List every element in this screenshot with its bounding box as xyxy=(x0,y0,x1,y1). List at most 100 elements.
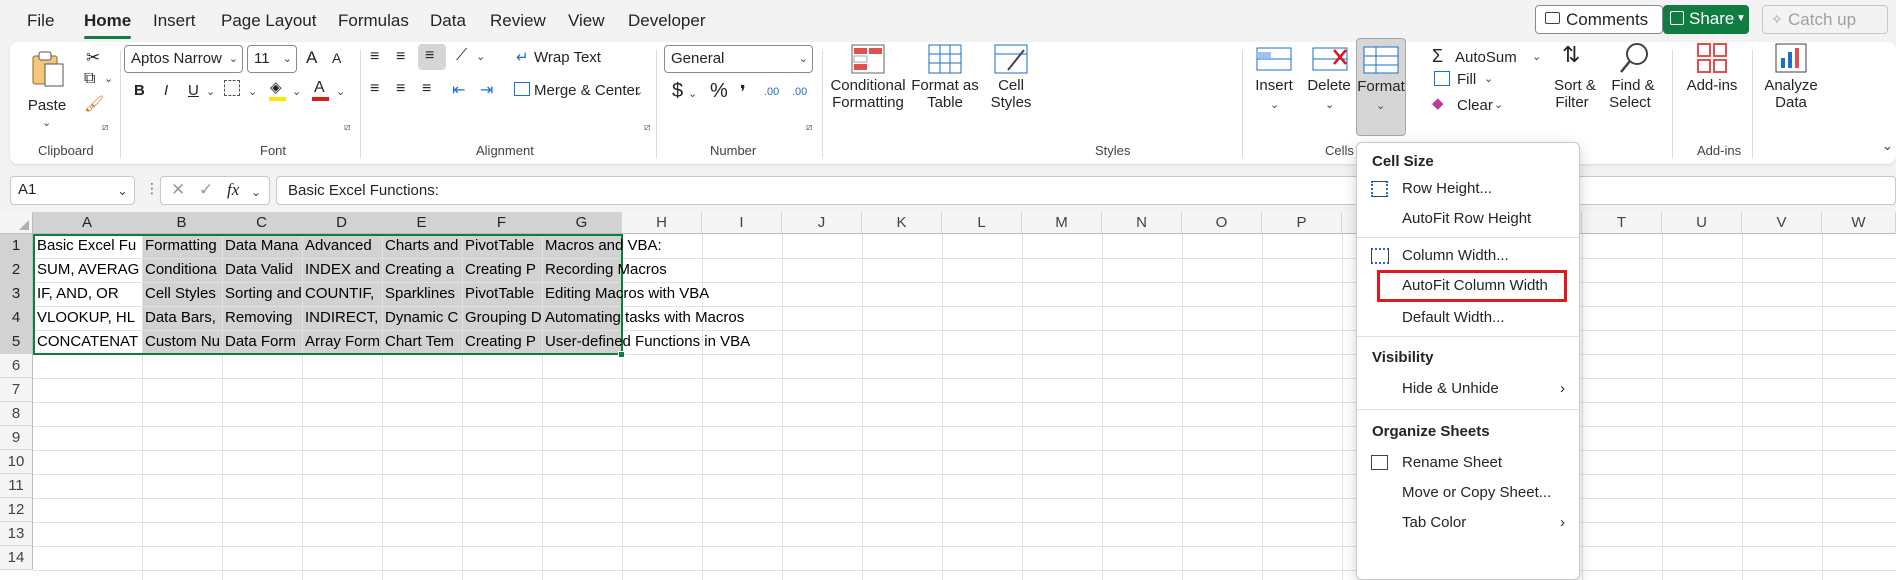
column-header-b[interactable]: B xyxy=(142,212,222,234)
cell-g2[interactable]: Recording Macros xyxy=(542,258,667,282)
bold-button[interactable]: B xyxy=(134,82,145,99)
fill-button[interactable]: Fill xyxy=(1457,71,1476,88)
dialog-launcher-icon[interactable]: ⧄ xyxy=(102,122,108,133)
column-header-p[interactable]: P xyxy=(1262,212,1342,234)
row-header-3[interactable]: 3 xyxy=(0,282,33,306)
font-color-icon[interactable]: A xyxy=(314,79,325,97)
chevron-down-icon[interactable]: ⌄ xyxy=(1532,50,1541,63)
menu-item-autofit-column-width[interactable]: AutoFit Column Width xyxy=(1357,270,1579,302)
cell-e5[interactable]: Chart Tem xyxy=(382,330,462,354)
chevron-down-icon[interactable]: ⌄ xyxy=(1484,72,1493,85)
cell-e2[interactable]: Creating a xyxy=(382,258,462,282)
column-header-n[interactable]: N xyxy=(1102,212,1182,234)
row-header-4[interactable]: 4 xyxy=(0,306,33,330)
column-header-i[interactable]: I xyxy=(702,212,782,234)
cell-b5[interactable]: Custom Nu xyxy=(142,330,222,354)
cell-b3[interactable]: Cell Styles xyxy=(142,282,222,306)
clear-button[interactable]: Clear xyxy=(1457,97,1493,114)
shrink-font-button[interactable]: A xyxy=(332,50,341,66)
chevron-down-icon[interactable]: ⌄ xyxy=(634,85,643,98)
menu-item-default-width[interactable]: Default Width... xyxy=(1357,303,1579,333)
row-header-9[interactable]: 9 xyxy=(0,426,33,450)
align-right-icon[interactable]: ≡ xyxy=(422,80,431,98)
row-header-11[interactable]: 11 xyxy=(0,474,33,498)
format-cells-button[interactable]: Format ⌄ xyxy=(1356,38,1406,136)
format-painter-icon[interactable]: 🖌 xyxy=(84,94,104,114)
number-format-select[interactable]: General ⌄ xyxy=(664,45,813,73)
select-all-corner[interactable] xyxy=(0,212,33,234)
cell-f2[interactable]: Creating P xyxy=(462,258,542,282)
increase-indent-icon[interactable]: ⇥ xyxy=(480,80,493,100)
grow-font-button[interactable]: A xyxy=(306,48,317,68)
cell-b4[interactable]: Data Bars, xyxy=(142,306,222,330)
cell-a4[interactable]: VLOOKUP, HL xyxy=(34,306,142,330)
more-options-icon[interactable]: ⋮ xyxy=(145,180,159,197)
cell-c3[interactable]: Sorting and xyxy=(222,282,302,306)
cell-g5[interactable]: User-defined Functions in VBA xyxy=(542,330,750,354)
column-header-a[interactable]: A xyxy=(33,212,142,234)
chevron-down-icon[interactable]: ⌄ xyxy=(248,85,257,98)
merge-center-button[interactable]: Merge & Center xyxy=(534,82,640,99)
cell-e3[interactable]: Sparklines xyxy=(382,282,462,306)
tab-view[interactable]: View xyxy=(568,11,605,31)
cell-c4[interactable]: Removing xyxy=(222,306,302,330)
column-header-k[interactable]: K xyxy=(862,212,942,234)
orientation-icon[interactable]: ⟋ xyxy=(456,47,467,65)
column-header-c[interactable]: C xyxy=(222,212,302,234)
row-header-6[interactable]: 6 xyxy=(0,354,33,378)
cell-e1[interactable]: Charts and xyxy=(382,234,462,258)
spreadsheet-grid[interactable]: A B C D E F G H I J K L M N O P Q R S T … xyxy=(0,212,1896,580)
column-header-m[interactable]: M xyxy=(1022,212,1102,234)
align-center-icon[interactable]: ≡ xyxy=(396,80,405,98)
column-header-e[interactable]: E xyxy=(382,212,462,234)
cell-a3[interactable]: IF, AND, OR xyxy=(34,282,142,306)
column-header-o[interactable]: O xyxy=(1182,212,1262,234)
chevron-down-icon[interactable]: ⌄ xyxy=(1494,98,1503,111)
tab-file[interactable]: File xyxy=(27,11,54,31)
column-header-g[interactable]: G xyxy=(542,212,622,234)
menu-item-move-copy-sheet[interactable]: Move or Copy Sheet... xyxy=(1357,478,1579,508)
chevron-down-icon[interactable]: ⌄ xyxy=(688,87,697,100)
column-header-u[interactable]: U xyxy=(1662,212,1742,234)
cell-c1[interactable]: Data Mana xyxy=(222,234,302,258)
column-header-v[interactable]: V xyxy=(1742,212,1822,234)
tab-page-layout[interactable]: Page Layout xyxy=(221,11,316,31)
tab-developer[interactable]: Developer xyxy=(628,11,706,31)
align-top-icon[interactable]: ≡ xyxy=(370,48,379,66)
copy-icon[interactable]: ⧉ xyxy=(84,70,95,88)
column-header-w[interactable]: W xyxy=(1822,212,1896,234)
cell-d4[interactable]: INDIRECT, xyxy=(302,306,382,330)
tab-formulas[interactable]: Formulas xyxy=(338,11,409,31)
menu-item-hide-unhide[interactable]: Hide & Unhide › xyxy=(1357,374,1579,404)
collapse-ribbon-icon[interactable]: ⌄ xyxy=(1882,138,1893,154)
add-ins-button[interactable]: Add-ins xyxy=(1680,42,1744,138)
enter-icon[interactable]: ✓ xyxy=(199,180,213,200)
cell-g1[interactable]: Macros and VBA: xyxy=(542,234,662,258)
menu-item-rename-sheet[interactable]: Rename Sheet xyxy=(1357,448,1579,478)
menu-item-column-width[interactable]: Column Width... xyxy=(1357,241,1579,271)
align-bottom-button[interactable]: ≡ xyxy=(418,44,446,70)
dialog-launcher-icon[interactable]: ⧄ xyxy=(644,122,650,133)
conditional-formatting-button[interactable]: Conditional Formatting xyxy=(826,42,910,138)
tab-review[interactable]: Review xyxy=(490,11,546,31)
cell-a1[interactable]: Basic Excel Fu xyxy=(34,234,142,258)
dialog-launcher-icon[interactable]: ⧄ xyxy=(344,122,350,133)
cell-f4[interactable]: Grouping D xyxy=(462,306,542,330)
cell-d2[interactable]: INDEX and xyxy=(302,258,382,282)
row-header-14[interactable]: 14 xyxy=(0,546,33,570)
name-box[interactable]: A1 ⌄ xyxy=(10,176,135,205)
formula-input[interactable]: Basic Excel Functions: xyxy=(276,176,1896,205)
menu-item-row-height[interactable]: Row Height... xyxy=(1357,174,1579,204)
decrease-indent-icon[interactable]: ⇤ xyxy=(452,80,465,100)
row-header-13[interactable]: 13 xyxy=(0,522,33,546)
percent-button[interactable]: % xyxy=(710,80,728,103)
cut-icon[interactable]: ✂ xyxy=(86,48,100,68)
tab-home[interactable]: Home xyxy=(84,11,132,39)
borders-icon[interactable] xyxy=(224,80,240,96)
align-left-icon[interactable]: ≡ xyxy=(370,80,379,98)
comments-button[interactable]: Comments xyxy=(1535,5,1663,34)
cell-a2[interactable]: SUM, AVERAG xyxy=(34,258,142,282)
decrease-decimal-button[interactable]: .00 xyxy=(792,86,807,98)
italic-button[interactable]: I xyxy=(164,82,168,99)
paste-button[interactable]: Paste ⌄ xyxy=(22,50,72,132)
